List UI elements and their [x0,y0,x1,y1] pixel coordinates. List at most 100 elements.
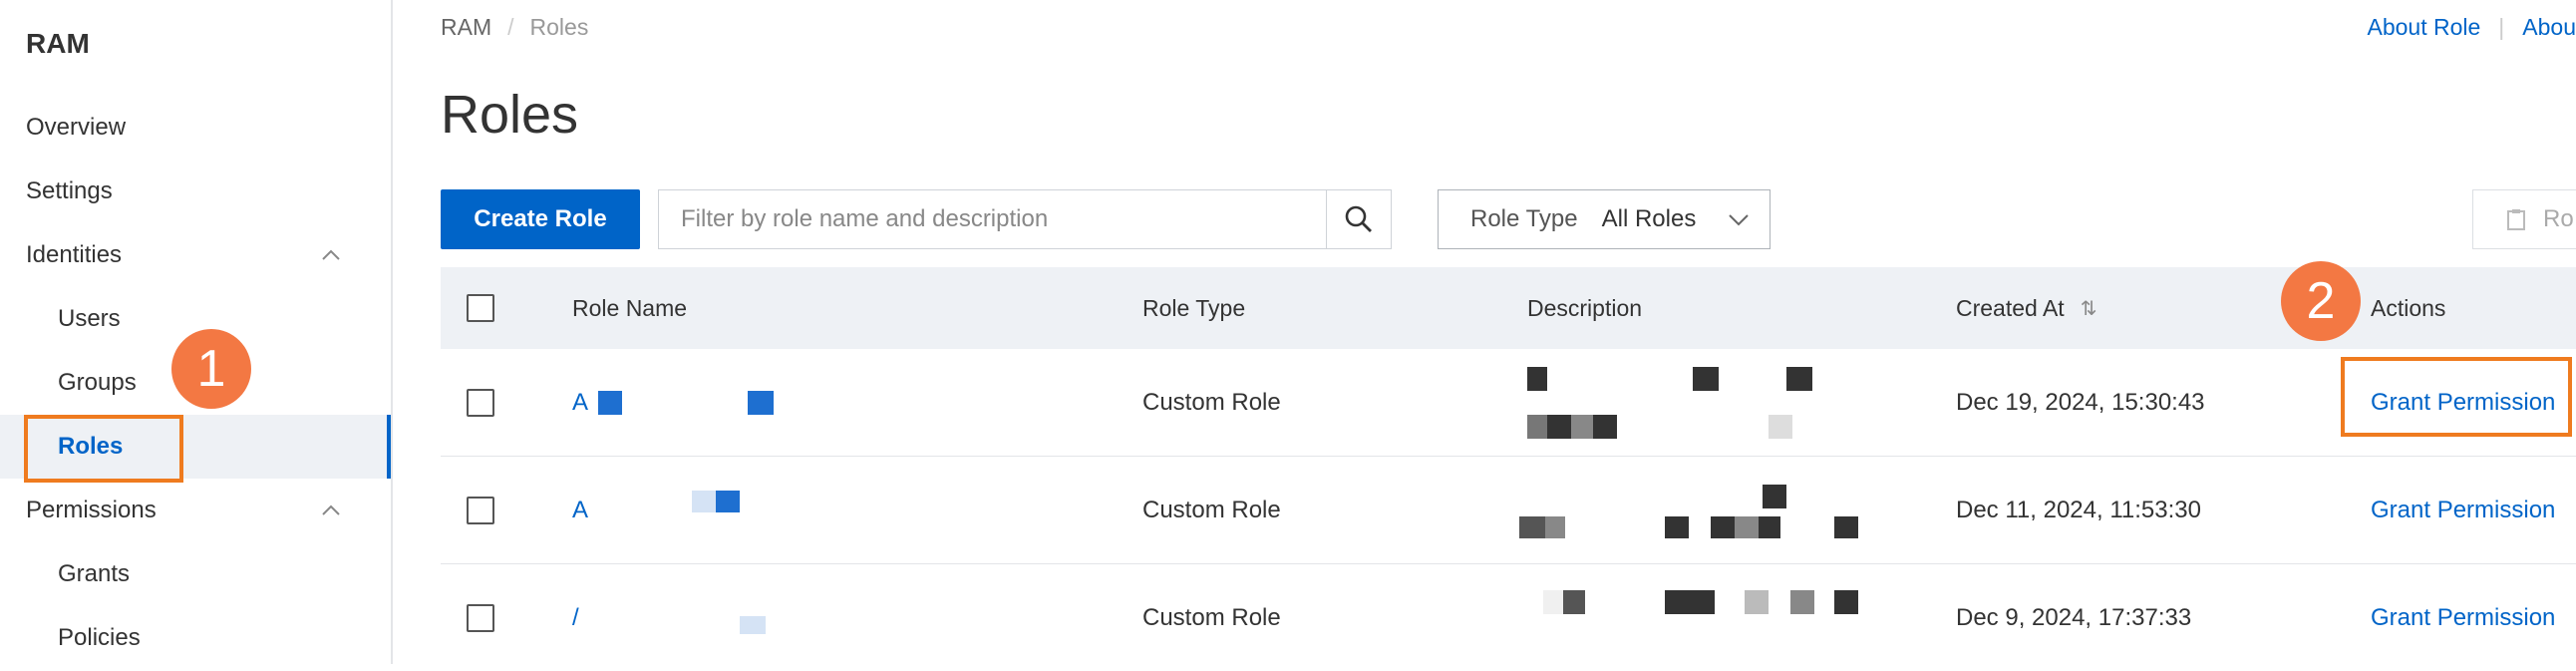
search-icon [1345,205,1372,232]
chevron-up-icon [322,504,340,515]
roles-table: Role Name Role Type Description Created … [441,267,2576,671]
table-header: Role Name Role Type Description Created … [441,267,2576,349]
sidebar-item-grants[interactable]: Grants [0,542,389,606]
role-name-link[interactable]: A [572,497,588,524]
redacted-block [1735,516,1759,538]
created-at-cell: Dec 19, 2024, 15:30:43 [1956,388,2205,416]
breadcrumb: RAM / Roles [441,14,588,41]
breadcrumb-current: Roles [529,14,589,40]
redacted-block [1571,415,1593,439]
redacted-block [598,391,622,415]
redacted-block [748,391,774,415]
header-created-at[interactable]: Created At ⇅ [1956,267,2096,349]
redacted-block [1786,367,1812,391]
role-name-link[interactable]: A [572,389,588,417]
actions-cell: Grant Permission [2371,564,2555,671]
table-row: A Custom Role Dec 11, 2024, 11:53:30 Gra… [441,457,2576,564]
header-checkbox-cell [467,267,494,349]
sidebar-item-policies[interactable]: Policies [0,606,389,670]
grant-permission-link[interactable]: Grant Permission [2371,497,2555,524]
breadcrumb-ram[interactable]: RAM [441,14,491,41]
row-checkbox[interactable] [467,603,494,632]
role-type-value: All Roles [1601,205,1697,232]
redacted-block [1834,590,1858,614]
created-at-cell: Dec 11, 2024, 11:53:30 [1956,496,2201,523]
sidebar-item-settings[interactable]: Settings [0,160,389,223]
highlight-box-grant-permission [2341,357,2572,437]
page-title: Roles [441,85,579,145]
sidebar-item-identities[interactable]: Identities [0,223,389,287]
redacted-block [1745,590,1769,614]
right-button-label: Ro [2543,205,2574,232]
sidebar-item-permissions[interactable]: Permissions [0,479,389,542]
search-input[interactable] [659,190,1326,248]
header-actions: Actions [2371,294,2446,321]
redacted-block [1543,590,1563,614]
header-role-name: Role Name [572,294,688,321]
redacted-block [1665,516,1689,538]
sidebar-item-label: Overview [26,114,127,141]
role-type-select[interactable]: Role Type All Roles [1438,189,1771,249]
about-link[interactable]: Abou [2522,14,2576,41]
created-at-cell: Dec 9, 2024, 17:37:33 [1956,603,2192,631]
select-all-checkbox[interactable] [467,294,494,322]
role-name-link[interactable]: / [572,604,579,632]
row-checkbox-cell [467,564,494,671]
sidebar-title: RAM [26,28,90,59]
create-role-button[interactable]: Create Role [441,189,640,249]
row-checkbox-cell [467,349,494,456]
redacted-block [1763,485,1786,508]
table-row: / Custom Role Dec 9, 2024, 17:37:33 Gran… [441,564,2576,671]
role-name-cell: / [572,564,579,671]
redacted-block [1519,516,1545,538]
highlight-box-roles [24,415,183,483]
header-role-type: Role Type [1142,294,1246,321]
redacted-block [1834,516,1858,538]
row-checkbox[interactable] [467,388,494,417]
chevron-up-icon [322,249,340,260]
redacted-block [1593,415,1617,439]
right-toolbar-button[interactable]: Ro [2472,189,2576,249]
sidebar-item-label: Settings [26,177,113,204]
redacted-block [1693,367,1719,391]
redacted-block [1563,590,1585,614]
sidebar-item-label: Groups [58,369,137,396]
redacted-block [1665,590,1715,614]
role-type-cell: Custom Role [1142,388,1281,416]
sidebar-item-label: Identities [26,241,123,268]
role-name-cell: A [572,457,588,563]
row-checkbox[interactable] [467,496,494,524]
sidebar-item-overview[interactable]: Overview [0,96,389,160]
top-links: About Role | Abou [2367,14,2576,41]
header-created-at-label: Created At [1956,294,2065,321]
role-type-label: Role Type [1470,205,1578,232]
about-role-link[interactable]: About Role [2367,14,2480,41]
sidebar-item-label: Permissions [26,497,157,523]
role-type-cell: Custom Role [1142,496,1281,523]
search-button[interactable] [1326,190,1391,248]
clipboard-icon [2507,209,2525,230]
step-badge-1: 1 [171,329,251,409]
main-content: RAM / Roles About Role | Abou Roles Crea… [393,0,2576,664]
redacted-block [1759,516,1780,538]
redacted-block [1711,516,1735,538]
chevron-down-icon [1729,214,1749,226]
grant-permission-link[interactable]: Grant Permission [2371,604,2555,632]
header-description: Description [1527,294,1643,321]
redacted-block [1545,516,1565,538]
search-box [658,189,1392,249]
redacted-block [1769,415,1792,439]
sidebar-item-label: Grants [58,560,131,587]
redacted-block [740,616,766,634]
row-checkbox-cell [467,457,494,563]
breadcrumb-separator: / [507,14,514,40]
link-divider: | [2498,14,2505,40]
redacted-block [692,491,716,512]
sidebar-item-label: Users [58,305,121,332]
redacted-block [1527,367,1547,391]
redacted-block [1527,415,1547,439]
redacted-block [716,491,740,512]
sort-icon[interactable]: ⇅ [2081,296,2097,321]
step-badge-2: 2 [2281,261,2361,341]
sidebar-item-label: Policies [58,624,141,651]
